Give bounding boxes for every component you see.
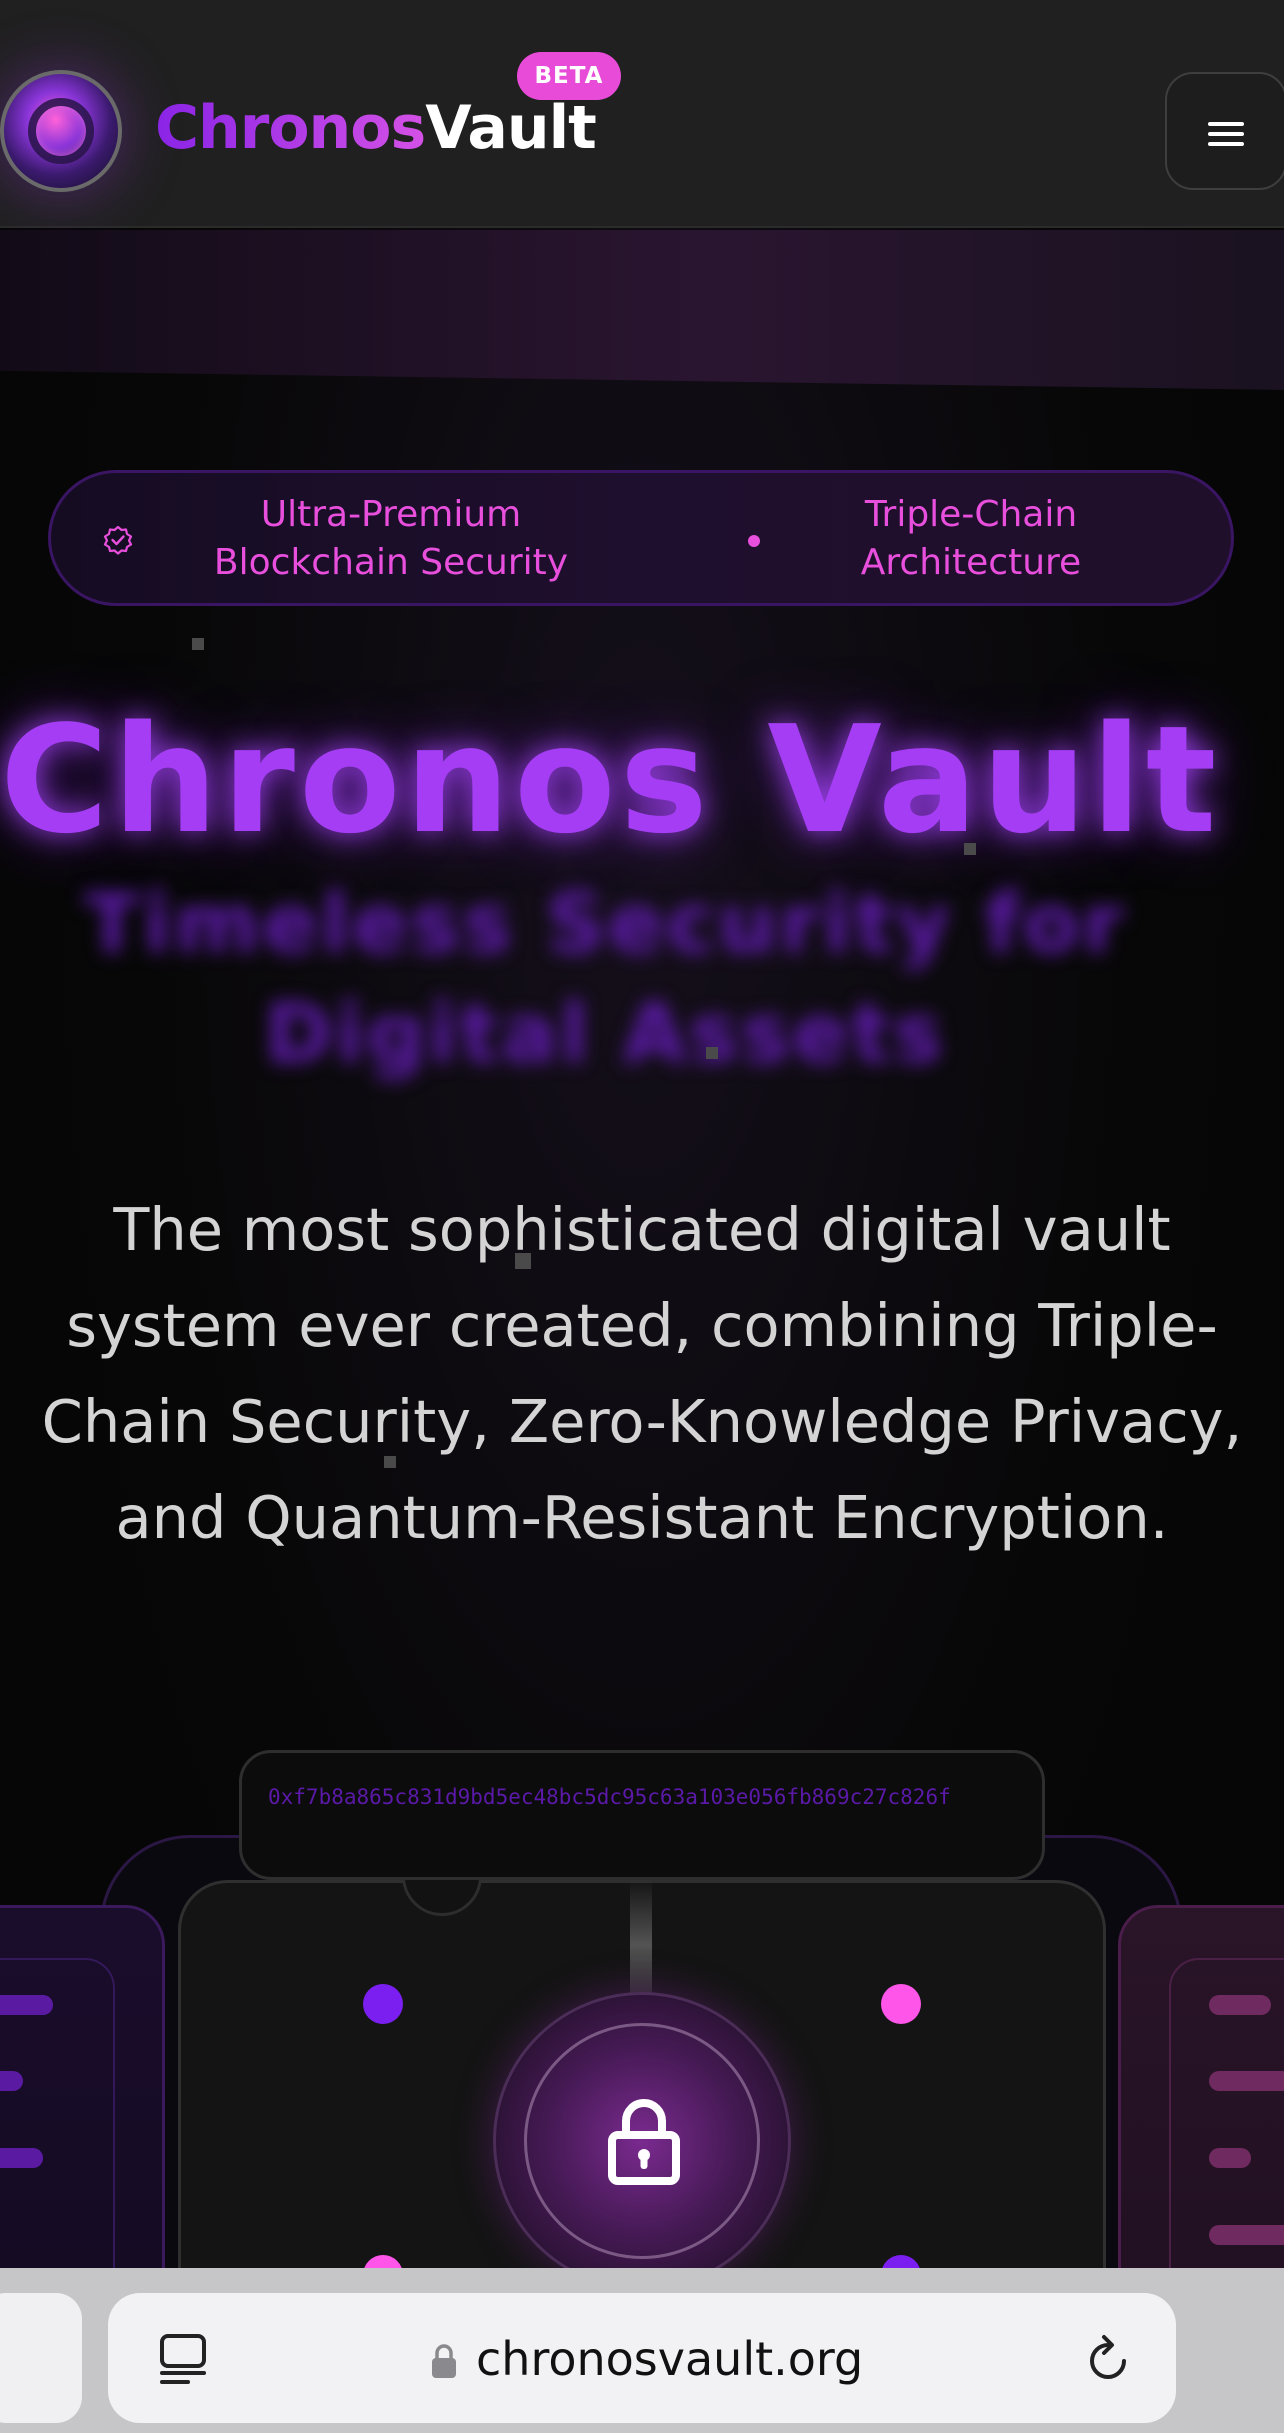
beta-badge: BETA: [517, 52, 621, 100]
status-led: [363, 1984, 403, 2024]
pill-separator-dot: [748, 535, 760, 547]
verified-badge-icon: [103, 525, 133, 555]
padlock-icon: [608, 2099, 680, 2185]
hero-title: Chronos Vault: [0, 694, 1221, 866]
particle-speck: [964, 843, 976, 855]
hamburger-menu-icon-bar: [1208, 132, 1244, 136]
browser-toolbar: chronosvault.org: [0, 2268, 1284, 2433]
brand-name-part2: Vault: [425, 93, 597, 163]
hero-subtitle: Timeless Security for Digital Assets: [84, 877, 1126, 1082]
hero-description: The most sophisticated digital vault sys…: [41, 1195, 1243, 1552]
panel-bar: [0, 1995, 53, 2015]
pill-item-architecture: Triple-Chain Architecture: [860, 494, 1082, 583]
panel-bar: [0, 2148, 43, 2168]
page: ChronosVault BETA Ultra-Premium Blockcha…: [0, 0, 1284, 2433]
brand-name-part1: Chronos: [155, 93, 426, 163]
lock-icon: [432, 2344, 456, 2378]
pill-item-security: Ultra-Premium Blockchain Security: [213, 494, 569, 583]
menu-button[interactable]: [1165, 72, 1284, 190]
hash-display: 0xf7b8a865c831d9bd5ec48bc5dc95c63a103e05…: [239, 1750, 1045, 1880]
particle-speck: [706, 1047, 718, 1059]
vault-logo-icon[interactable]: [0, 70, 122, 192]
status-led: [881, 1984, 921, 2024]
feature-pill: Ultra-Premium Blockchain Security Triple…: [48, 470, 1234, 606]
site-header: ChronosVault BETA: [0, 0, 1284, 228]
address-bar[interactable]: chronosvault.org: [108, 2293, 1176, 2423]
reader-mode-icon[interactable]: [158, 2333, 208, 2385]
brand-logo-text[interactable]: ChronosVault: [155, 88, 597, 168]
hash-text: 0xf7b8a865c831d9bd5ec48bc5dc95c63a103e05…: [268, 1785, 951, 1809]
panel-bar: [0, 2071, 23, 2091]
particle-speck: [192, 638, 204, 650]
panel-bar: [1209, 2148, 1251, 2168]
vault-lock-dial[interactable]: [493, 1992, 791, 2290]
hamburger-menu-icon-bar: [1208, 142, 1244, 146]
panel-bar: [1209, 1995, 1271, 2015]
previous-tab[interactable]: [0, 2293, 82, 2423]
panel-bar: [1209, 2225, 1284, 2245]
hero-band-decoration: [0, 230, 1284, 390]
panel-bar: [1209, 2071, 1284, 2091]
light-beam: [630, 1880, 652, 2010]
hamburger-menu-icon: [1208, 122, 1244, 126]
logo-dial-ring: [28, 98, 94, 164]
url-text: chronosvault.org: [476, 2332, 864, 2386]
reload-icon[interactable]: [1080, 2333, 1136, 2389]
